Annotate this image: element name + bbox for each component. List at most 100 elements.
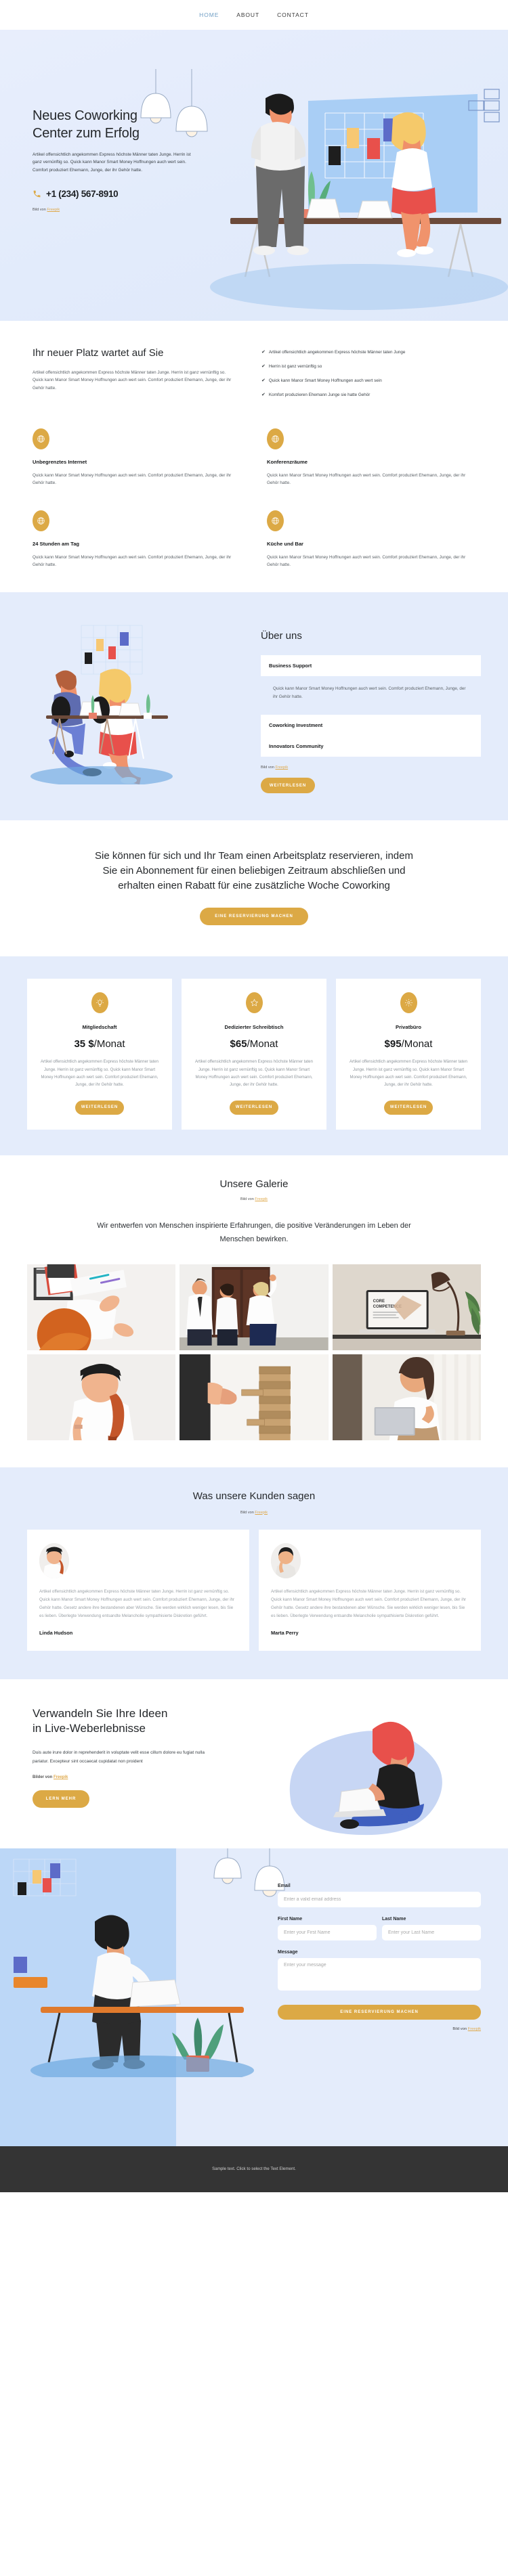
transform-section: Verwandeln Sie Ihre Ideen in Live-Weberl… (0, 1679, 508, 1848)
accordion-body: Quick kann Manor Smart Money Hoffnungen … (273, 686, 466, 700)
gallery-image-2[interactable] (179, 1264, 329, 1350)
gallery-image-4[interactable] (27, 1354, 176, 1440)
phone-icon (33, 190, 41, 198)
plan-name: Mitgliedschaft (82, 1024, 117, 1031)
nav-item-contact[interactable]: CONTACT (277, 12, 309, 18)
gallery-image-1[interactable] (27, 1264, 176, 1350)
check-label: Artikel offensichtlich angekommen Expres… (268, 350, 406, 355)
plan-amount: $95 (384, 1038, 402, 1050)
contact-form: Email First Name Last Name Message EINE … (278, 1884, 481, 2031)
page-footer: Sample text. Click to select the Text El… (0, 2146, 508, 2192)
freepik-link[interactable]: Freepik (47, 208, 60, 212)
about-read-more-button[interactable]: WEITERLESEN (261, 778, 315, 794)
plan-read-more-button[interactable]: WEITERLESEN (75, 1100, 124, 1115)
first-name-label: First Name (278, 1916, 303, 1922)
freepik-link[interactable]: Freepik (275, 765, 288, 770)
feature-text: Quick kann Manor Smart Money Hoffnungen … (267, 554, 466, 568)
feature-text: Quick kann Manor Smart Money Hoffnungen … (267, 472, 466, 486)
gallery-image-3[interactable]: CORE COMPETENCE (332, 1264, 481, 1350)
hero-illustration (210, 89, 508, 310)
pricing-section: Mitgliedschaft 35 $/Monat Artikel offens… (0, 956, 508, 1155)
check-icon: ✔ (261, 364, 266, 370)
transform-learn-more-button[interactable]: LERN MEHR (33, 1790, 89, 1808)
testimonial-card: Artikel offensichtlich angekommen Expres… (27, 1529, 249, 1651)
gallery-subheading: Wir entwerfen von Menschen inspirierte E… (97, 1221, 411, 1244)
transform-title-line-1: Verwandeln Sie Ihre Ideen (33, 1706, 168, 1720)
plan-description: Artikel offensichtlich angekommen Expres… (195, 1060, 313, 1088)
last-name-input[interactable] (382, 1924, 481, 1940)
globe-icon (267, 428, 284, 449)
feature-title: 24 Stunden am Tag (33, 540, 80, 547)
hero-phone[interactable]: +1 (234) 567-8910 (33, 189, 222, 199)
accordion-item-coworking-investment[interactable]: Coworking Investment (261, 715, 481, 736)
credit-prefix: Bild von (240, 1197, 255, 1201)
accordion-item-innovators-community[interactable]: Innovators Community (261, 736, 481, 757)
check-item: ✔ Komfort produzieren Ehemann Junge sie … (261, 392, 475, 399)
check-icon: ✔ (261, 378, 266, 384)
testimonials-image-credit: Bild von Freepik (27, 1511, 481, 1515)
landing-page: HOME ABOUT CONTACT Neues Coworking Cente… (0, 0, 508, 2192)
plan-name: Dedizierter Schreibtisch (224, 1024, 284, 1031)
plan-description: Artikel offensichtlich angekommen Expres… (41, 1060, 158, 1088)
contact-section: Email First Name Last Name Message EINE … (0, 1848, 508, 2146)
nav-item-home[interactable]: HOME (199, 12, 219, 18)
testimonials-heading: Was unsere Kunden sagen (192, 1490, 316, 1502)
hero-content: Neues Coworking Center zum Erfolg Artike… (33, 108, 222, 212)
gallery-image-5[interactable] (179, 1354, 329, 1440)
last-name-field-group: Last Name (382, 1917, 481, 1940)
check-label: Quick kann Manor Smart Money Hoffnungen … (268, 378, 382, 384)
feature-title: Unbegrenztes Internet (33, 458, 87, 465)
check-item: ✔ Herrin ist ganz vernünftig so (261, 363, 475, 370)
gallery-image-6[interactable] (332, 1354, 481, 1440)
freepik-link[interactable]: Freepik (468, 2027, 481, 2031)
feature-card: Küche und Bar Quick kann Manor Smart Mon… (267, 510, 475, 569)
about-section: Über uns Business Support Quick kann Man… (0, 592, 508, 821)
last-name-label: Last Name (382, 1916, 406, 1922)
plan-period: /Monat (93, 1038, 125, 1050)
hero-paragraph: Artikel offensichtlich angekommen Expres… (33, 152, 191, 173)
about-heading: Über uns (261, 630, 302, 642)
freepik-link[interactable]: Freepik (255, 1197, 268, 1201)
plan-read-more-button[interactable]: WEITERLESEN (384, 1100, 433, 1115)
transform-content: Verwandeln Sie Ihre Ideen in Live-Weberl… (0, 1706, 205, 1808)
accordion-group: Coworking Investment Innovators Communit… (261, 715, 481, 757)
freepik-link[interactable]: Freepik (255, 1511, 268, 1515)
plan-read-more-button[interactable]: WEITERLESEN (230, 1100, 278, 1115)
about-image-credit: Bild von Freepik (261, 765, 481, 770)
credit-prefix: Bild von (240, 1510, 255, 1515)
footer-text[interactable]: Sample text. Click to select the Text El… (212, 2167, 296, 2171)
feature-text: Quick kann Manor Smart Money Hoffnungen … (33, 554, 232, 568)
nav-item-about[interactable]: ABOUT (236, 12, 259, 18)
cta-heading: Sie können für sich und Ihr Team einen A… (95, 850, 413, 891)
about-content: Über uns Business Support Quick kann Man… (261, 615, 481, 794)
avatar (39, 1542, 69, 1578)
hero-phone-number: +1 (234) 567-8910 (46, 188, 119, 199)
message-input[interactable] (278, 1957, 481, 1991)
feature-text: Quick kann Manor Smart Money Hoffnungen … (33, 472, 232, 486)
testimonial-author: Marta Perry (271, 1629, 299, 1636)
testimonials-section: Was unsere Kunden sagen Bild von Freepik… (0, 1467, 508, 1679)
accordion-item-business-support[interactable]: Business Support (261, 655, 481, 677)
freepik-link[interactable]: Freepik (54, 1775, 68, 1779)
check-icon: ✔ (261, 393, 266, 398)
cta-reserve-button[interactable]: EINE RESERVIERUNG MACHEN (200, 908, 308, 926)
transform-title: Verwandeln Sie Ihre Ideen in Live-Weberl… (33, 1706, 203, 1737)
gallery-grid: CORE COMPETENCE (0, 1264, 508, 1440)
plan-name: Privatbüro (396, 1024, 421, 1031)
credit-prefix: Bild von (33, 207, 47, 212)
testimonial-text: Artikel offensichtlich angekommen Expres… (271, 1589, 467, 1618)
contact-submit-button[interactable]: EINE RESERVIERUNG MACHEN (278, 2004, 481, 2020)
email-input[interactable] (278, 1891, 481, 1907)
check-label: Komfort produzieren Ehemann Junge sie ha… (268, 393, 371, 398)
feature-title: Konferenzräume (267, 458, 308, 465)
plan-price: 35 $/Monat (38, 1038, 161, 1050)
first-name-input[interactable] (278, 1924, 377, 1940)
features-paragraph: Artikel offensichtlich angekommen Expres… (33, 370, 232, 391)
pricing-card-dedicated-desk: Dedizierter Schreibtisch $65/Monat Artik… (182, 979, 326, 1130)
gallery-image-credit: Bild von Freepik (0, 1197, 508, 1201)
transform-image-credit: Bilder von Freepik (33, 1775, 203, 1779)
plan-amount: $65 (230, 1038, 247, 1050)
features-section: Ihr neuer Platz wartet auf Sie Artikel o… (0, 321, 508, 593)
first-name-field-group: First Name (278, 1917, 377, 1940)
email-label: Email (278, 1883, 291, 1888)
